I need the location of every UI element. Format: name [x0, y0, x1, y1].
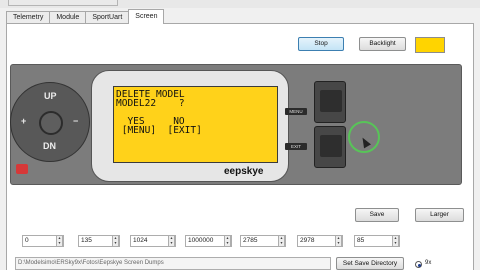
- spinner-3[interactable]: ▲ ▼: [224, 235, 231, 247]
- dpad-minus[interactable]: −: [73, 116, 78, 126]
- window-top-strip: [0, 0, 480, 8]
- option-9x-radio[interactable]: [415, 261, 422, 268]
- dpad-center-button[interactable]: [39, 111, 63, 135]
- tab-screen[interactable]: Screen: [128, 9, 165, 24]
- dpad-plus[interactable]: +: [21, 116, 26, 126]
- backlight-color-swatch[interactable]: [415, 37, 445, 53]
- backlight-button[interactable]: Backlight: [359, 37, 406, 51]
- dpad-up[interactable]: UP: [44, 91, 57, 101]
- save-directory-path: D:\Modelsimo\ERSky9x\Fotos\Eepskye Scree…: [15, 257, 331, 270]
- spinner-0[interactable]: ▲ ▼: [56, 235, 63, 247]
- title-fragment: [8, 0, 118, 6]
- lcd-line: MODEL22 ?: [116, 98, 185, 109]
- spinner-1[interactable]: ▲ ▼: [112, 235, 119, 247]
- menu-label: MENU: [285, 108, 307, 115]
- dpad-down[interactable]: DN: [43, 141, 56, 151]
- option-9x-label: 9x: [425, 260, 432, 266]
- spinner-4[interactable]: ▲ ▼: [278, 235, 285, 247]
- exit-button-face: [320, 135, 342, 157]
- lcd-line: [MENU] [EXIT]: [116, 125, 202, 136]
- larger-button[interactable]: Larger: [415, 208, 464, 222]
- lcd-screen: DELETE MODEL MODEL22 ? YES NO [MENU] [EX…: [113, 86, 278, 163]
- dpad[interactable]: UP + − DN: [10, 82, 90, 162]
- tab-bar: Telemetry Module SportUart Screen: [6, 9, 165, 24]
- exit-label: EXIT: [285, 143, 307, 150]
- radio-selected-dot: [417, 263, 421, 267]
- spinner-5[interactable]: ▲ ▼: [335, 235, 342, 247]
- exit-button[interactable]: [314, 126, 346, 168]
- menu-button-face: [320, 90, 342, 112]
- spinner-2[interactable]: ▲ ▼: [168, 235, 175, 247]
- menu-button[interactable]: [314, 81, 346, 123]
- spinner-6[interactable]: ▲ ▼: [392, 235, 399, 247]
- brand-logo: eepskye: [224, 166, 264, 177]
- camera-icon[interactable]: [16, 164, 28, 174]
- save-button[interactable]: Save: [355, 208, 399, 222]
- stop-button[interactable]: Stop: [298, 37, 344, 51]
- set-save-directory-button[interactable]: Set Save Directory: [336, 257, 404, 270]
